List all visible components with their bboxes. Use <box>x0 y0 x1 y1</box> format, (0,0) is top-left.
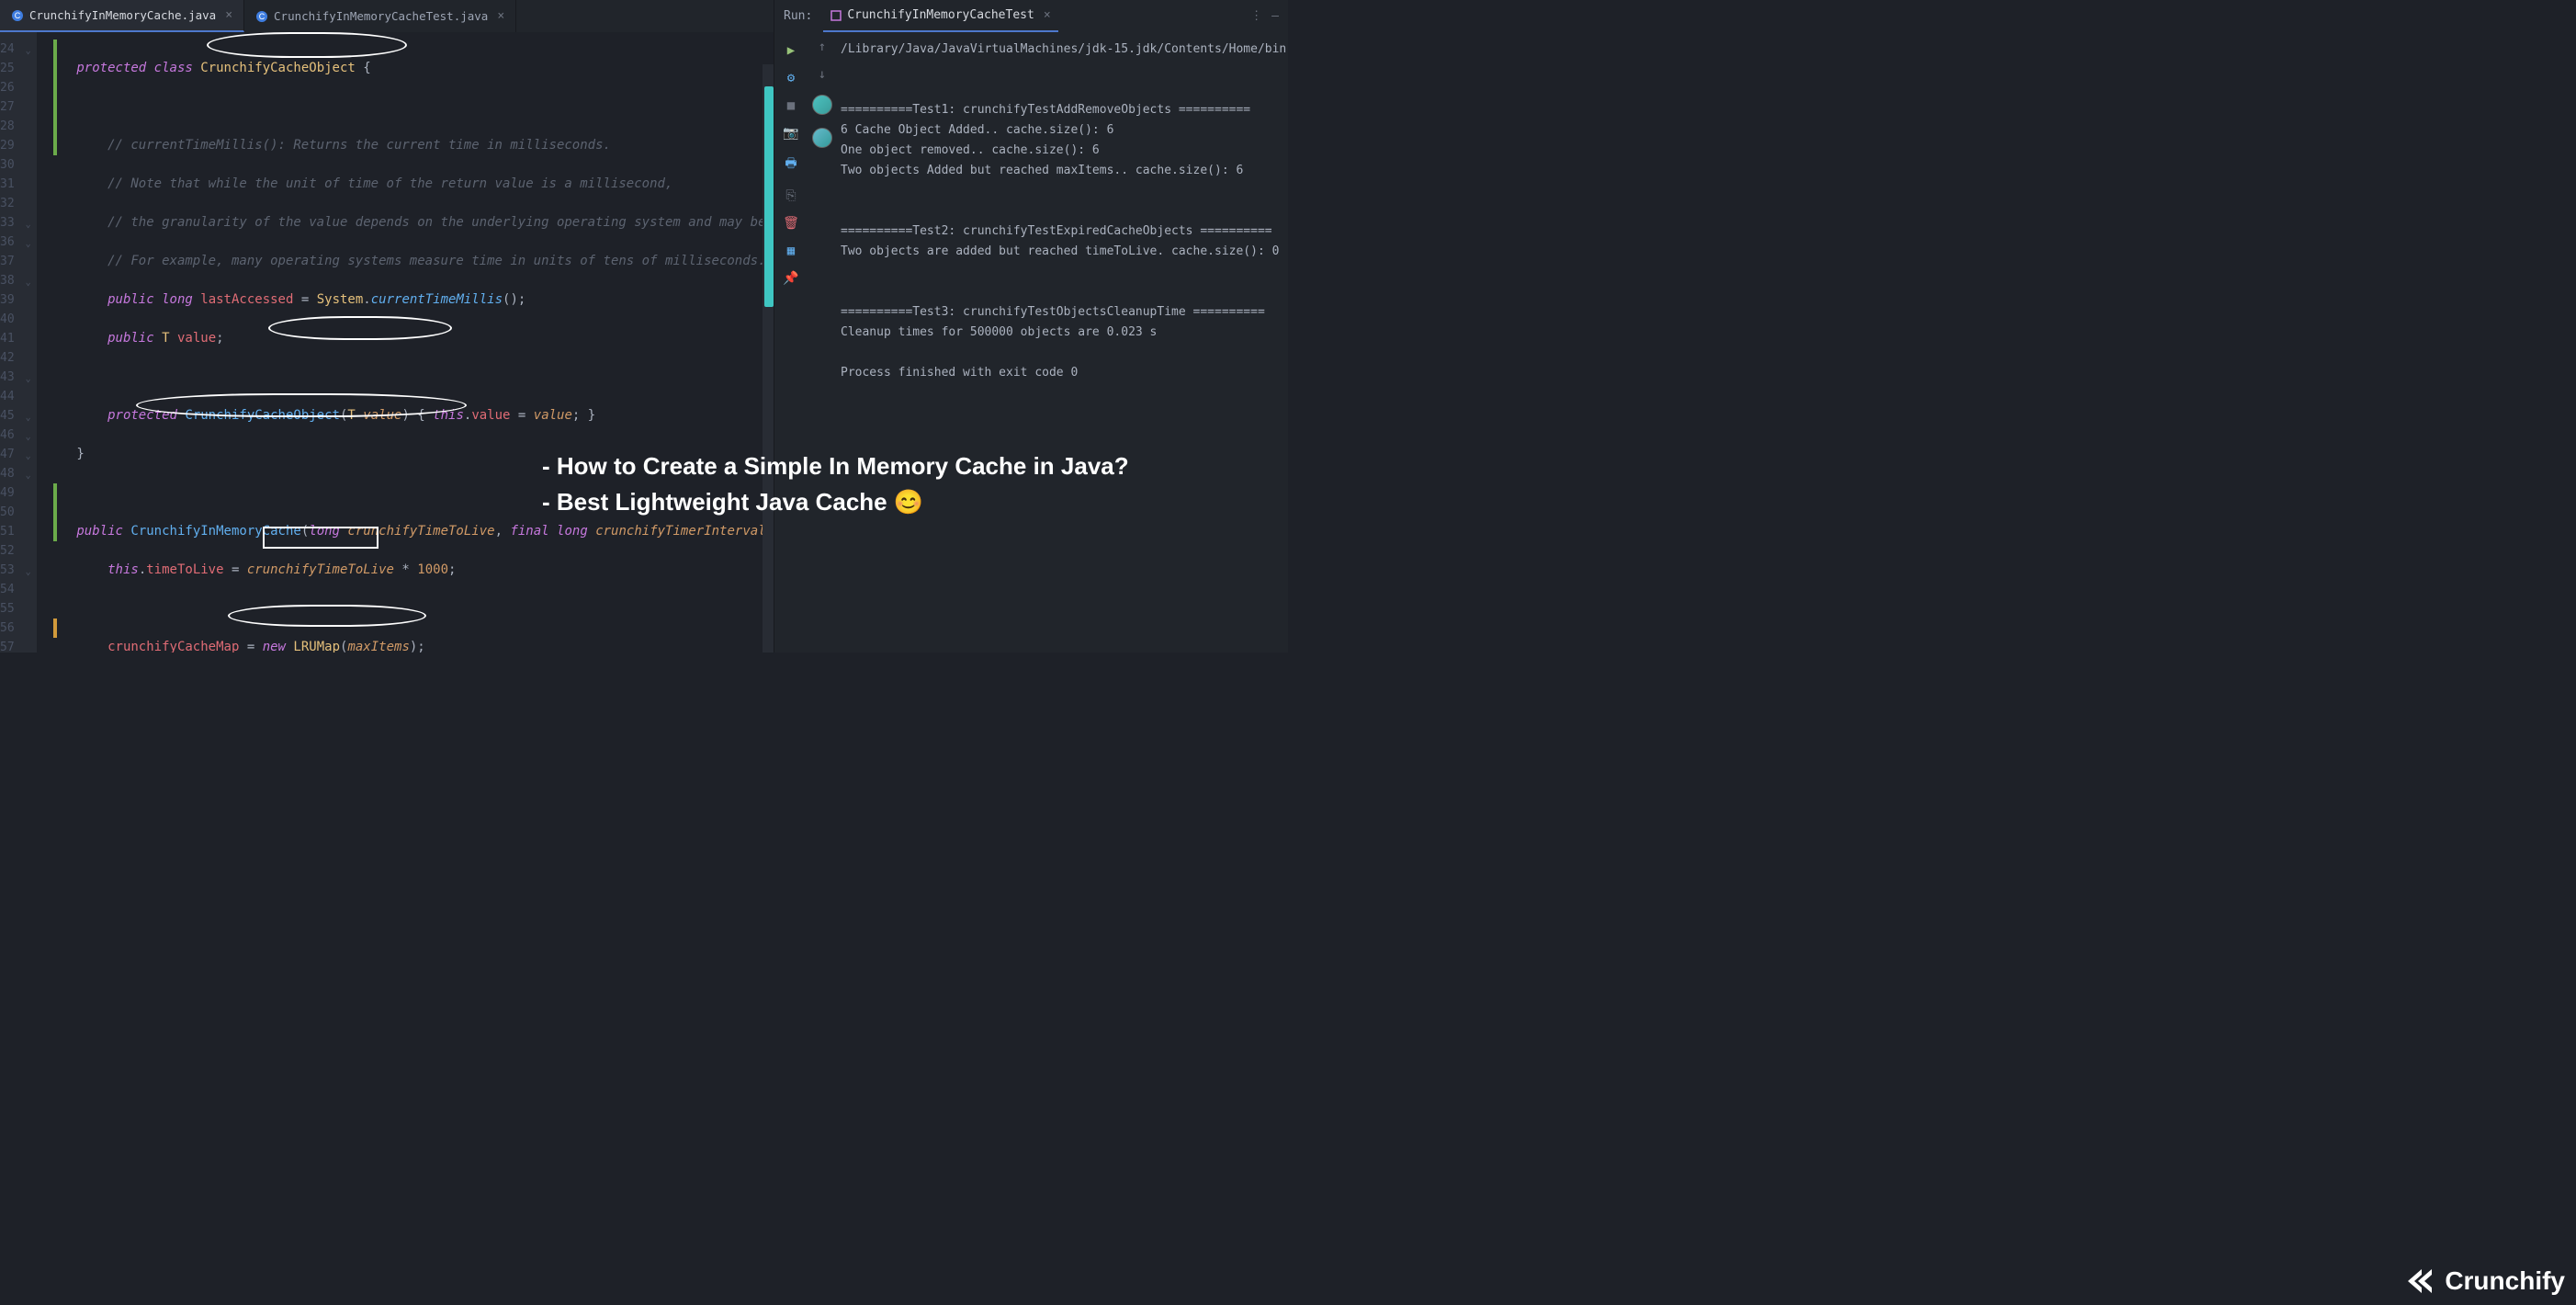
down-icon[interactable]: ↓ <box>819 67 826 82</box>
tab-cache[interactable]: C CrunchifyInMemoryCache.java × <box>0 0 244 32</box>
layout-icon[interactable]: ▦ <box>787 244 795 258</box>
run-tab[interactable]: CrunchifyInMemoryCacheTest × <box>823 0 1057 32</box>
tab-test[interactable]: C CrunchifyInMemoryCacheTest.java × <box>244 0 516 32</box>
close-icon[interactable]: × <box>225 8 232 22</box>
run-nav-toolbar: ↑ ↓ <box>808 32 837 652</box>
gutter: 24⌄ 25 26 27 28 29 30 31 32 33⌄ 36⌄ 37 3… <box>0 32 37 652</box>
java-class-icon: C <box>11 9 24 22</box>
tab-label: CrunchifyInMemoryCacheTest.java <box>274 9 488 23</box>
avatar[interactable] <box>812 95 832 115</box>
dump-icon[interactable]: 📷 <box>783 126 798 141</box>
run-label: Run: <box>784 9 812 23</box>
avatar[interactable] <box>812 128 832 148</box>
svg-text:C: C <box>259 12 266 21</box>
code-editor[interactable]: 24⌄ 25 26 27 28 29 30 31 32 33⌄ 36⌄ 37 3… <box>0 32 774 652</box>
run-config-icon <box>830 10 842 21</box>
crunchify-logo: Crunchify <box>2406 1266 2565 1296</box>
stop-icon[interactable]: ■ <box>787 98 795 113</box>
rerun-icon[interactable]: ▶ <box>787 43 795 58</box>
print-icon[interactable]: 🖶 <box>785 153 797 176</box>
minimize-icon[interactable]: — <box>1271 9 1279 23</box>
settings-icon[interactable]: ⚙ <box>787 71 795 85</box>
run-toolbar: ▶ ⚙ ■ 📷 🖶 ⎘ 🗑 ▦ 📌 <box>774 32 808 652</box>
tab-label: CrunchifyInMemoryCache.java <box>29 8 216 22</box>
close-icon[interactable]: × <box>1044 8 1051 22</box>
up-icon[interactable]: ↑ <box>819 40 826 54</box>
java-class-icon: C <box>255 10 268 23</box>
editor-tabs: C CrunchifyInMemoryCache.java × C Crunch… <box>0 0 774 32</box>
editor-scrollbar[interactable] <box>763 64 774 652</box>
run-header: Run: CrunchifyInMemoryCacheTest × ⋮ — <box>774 0 1288 32</box>
delete-icon[interactable]: 🗑 <box>783 216 799 231</box>
overlay-caption: - How to Create a Simple In Memory Cache… <box>542 448 1129 520</box>
exit-icon[interactable]: ⎘ <box>785 188 796 203</box>
more-icon[interactable]: ⋮ <box>1250 9 1262 23</box>
code-content[interactable]: protected class CrunchifyCacheObject { /… <box>37 32 774 652</box>
svg-text:C: C <box>15 11 21 20</box>
console-output[interactable]: /Library/Java/JavaVirtualMachines/jdk-15… <box>837 32 1288 652</box>
pin-icon[interactable]: 📌 <box>783 271 798 286</box>
close-icon[interactable]: × <box>497 9 504 23</box>
